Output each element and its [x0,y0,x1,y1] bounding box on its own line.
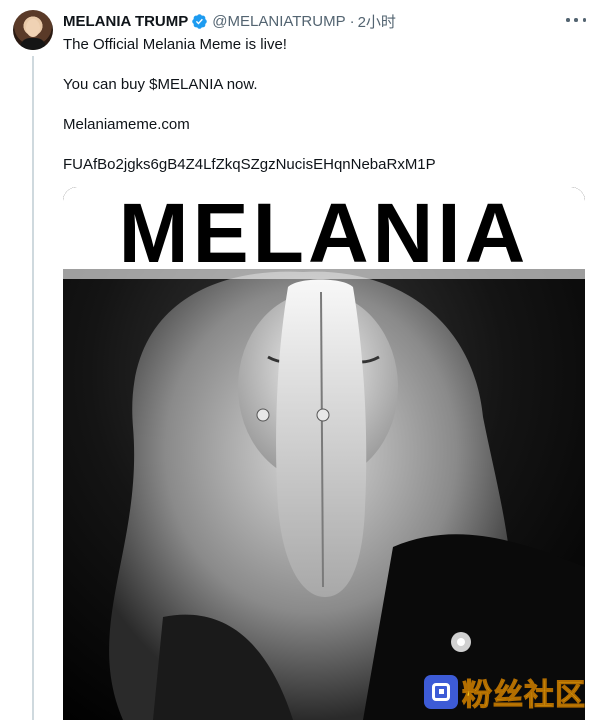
watermark-logo-icon [424,675,458,709]
tweet-media-image[interactable]: MELANIA [63,187,585,720]
avatar-face [26,19,40,37]
author-handle[interactable]: @MELANIATRUMP [212,13,345,30]
avatar[interactable] [13,10,53,50]
author-name[interactable]: MELANIA TRUMP [63,13,188,30]
watermark-text: 粉丝社区 [462,679,586,713]
avatar-body [20,38,46,50]
tweet-header: MELANIA TRUMP @MELANIATRUMP · 2小时 [63,11,396,31]
watermark: 粉丝社区 [424,670,586,714]
tweet-text-line-3[interactable]: Melaniameme.com [63,115,190,135]
tweet-text-line-2: You can buy $MELANIA now. [63,76,258,93]
thread-line [32,56,34,720]
tweet-text-line-4: FUAfBo2jgks6gB4Z4LfZkqSZgzNucisEHqnNebaR… [63,156,436,173]
tweet-text-line-1: The Official Melania Meme is live! [63,36,287,53]
more-options-icon[interactable] [566,12,586,28]
media-title-text: MELANIA [118,187,530,280]
tweet-time[interactable]: 2小时 [358,11,396,32]
verified-badge-icon [191,13,208,30]
tweet: MELANIA TRUMP @MELANIATRUMP · 2小时 The Of… [0,0,600,720]
separator-dot: · [349,12,355,30]
